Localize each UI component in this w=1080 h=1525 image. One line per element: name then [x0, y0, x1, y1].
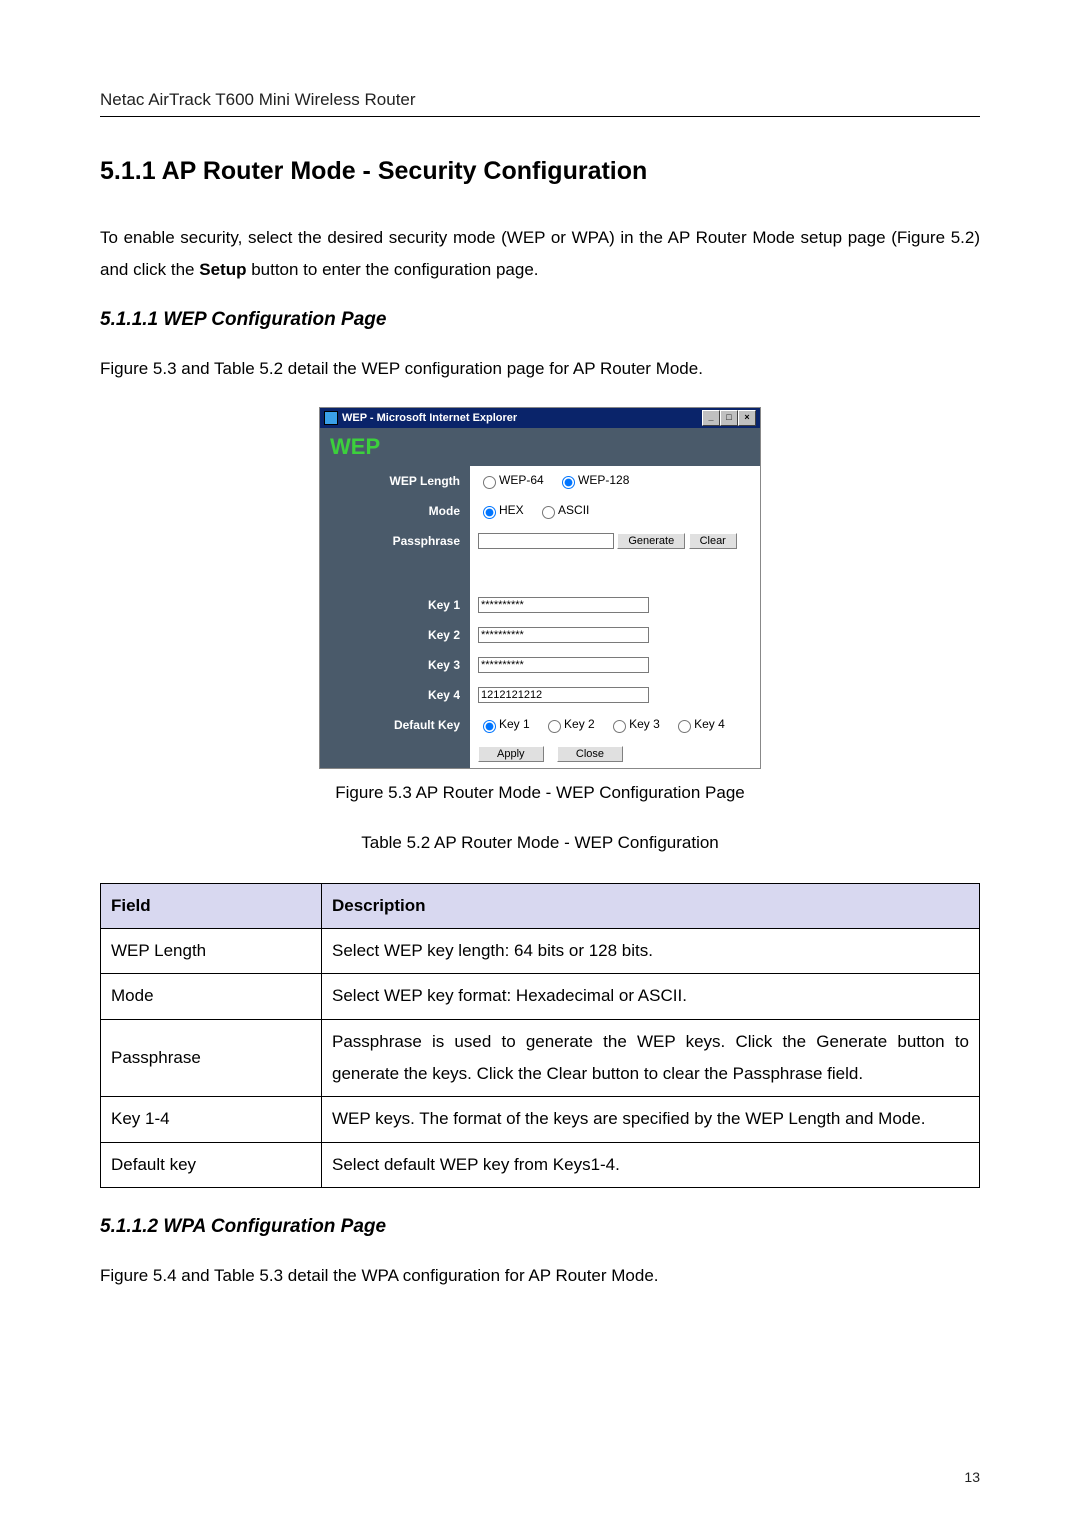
cell-field: Default key [101, 1142, 322, 1187]
intro-paragraph: To enable security, select the desired s… [100, 222, 980, 287]
close-window-button[interactable]: × [738, 410, 756, 426]
minimize-button[interactable]: _ [702, 410, 720, 426]
subsection-heading-wpa: 5.1.1.2 WPA Configuration Page [100, 1216, 980, 1238]
radio-hex[interactable] [483, 506, 496, 519]
label-passphrase: Passphrase [320, 526, 470, 556]
radio-default-key1[interactable] [483, 720, 496, 733]
radio-label-wep-64: WEP-64 [499, 473, 544, 487]
key4-input[interactable] [478, 687, 649, 703]
ie-window: WEP - Microsoft Internet Explorer _ □ × … [319, 407, 761, 769]
wep-form-title: WEP [320, 428, 760, 466]
desc-post: button to clear the Passphrase field. [587, 1064, 863, 1083]
desc-pre: Passphrase is used to generate the WEP k… [332, 1032, 816, 1051]
cell-desc: Select WEP key length: 64 bits or 128 bi… [322, 929, 980, 974]
generate-button[interactable]: Generate [617, 533, 685, 549]
label-mode: Mode [320, 496, 470, 526]
cell-desc: Select default WEP key from Keys1-4. [322, 1142, 980, 1187]
table-row: Mode Select WEP key format: Hexadecimal … [101, 974, 980, 1019]
clear-button[interactable]: Clear [689, 533, 737, 549]
key1-input[interactable] [478, 597, 649, 613]
table-row: Key 1-4 WEP keys. The format of the keys… [101, 1097, 980, 1142]
radio-label-hex: HEX [499, 503, 524, 517]
label-wep-length: WEP Length [320, 466, 470, 496]
window-controls: _ □ × [702, 410, 756, 426]
radio-label-ascii: ASCII [558, 503, 589, 517]
table-header-description: Description [322, 883, 980, 928]
cell-desc: WEP keys. The format of the keys are spe… [322, 1097, 980, 1142]
radio-default-key2[interactable] [548, 720, 561, 733]
cell-field: Key 1-4 [101, 1097, 322, 1142]
radio-label-dk4: Key 4 [694, 717, 725, 731]
radio-default-key4[interactable] [678, 720, 691, 733]
radio-wep-64[interactable] [483, 476, 496, 489]
label-key2: Key 2 [320, 620, 470, 650]
cell-field: Passphrase [101, 1019, 322, 1097]
apply-button[interactable]: Apply [478, 746, 544, 762]
label-key3: Key 3 [320, 650, 470, 680]
table-row: WEP Length Select WEP key length: 64 bit… [101, 929, 980, 974]
radio-label-wep-128: WEP-128 [578, 473, 629, 487]
running-header: Netac AirTrack T600 Mini Wireless Router [100, 90, 980, 117]
label-default-key: Default Key [320, 710, 470, 740]
table-header-field: Field [101, 883, 322, 928]
document-page: Netac AirTrack T600 Mini Wireless Router… [0, 0, 1080, 1525]
desc-bold-clear: Clear [547, 1064, 588, 1083]
figure-caption: Figure 5.3 AP Router Mode - WEP Configur… [100, 783, 980, 803]
key2-input[interactable] [478, 627, 649, 643]
intro-post: button to enter the configuration page. [246, 260, 538, 279]
cell-desc: Passphrase is used to generate the WEP k… [322, 1019, 980, 1097]
label-empty [320, 740, 470, 768]
subsection-heading-wep: 5.1.1.1 WEP Configuration Page [100, 309, 980, 331]
radio-label-dk3: Key 3 [629, 717, 660, 731]
cell-field: WEP Length [101, 929, 322, 974]
intro-bold-setup: Setup [199, 260, 246, 279]
cell-desc: Select WEP key format: Hexadecimal or AS… [322, 974, 980, 1019]
cell-field: Mode [101, 974, 322, 1019]
ie-icon [324, 411, 338, 425]
ie-titlebar: WEP - Microsoft Internet Explorer _ □ × [320, 408, 760, 428]
close-button[interactable]: Close [557, 746, 623, 762]
radio-label-dk1: Key 1 [499, 717, 530, 731]
desc-bold-generate: Generate [816, 1032, 887, 1051]
passphrase-input[interactable] [478, 533, 614, 549]
wep-form-table: WEP WEP Length WEP-64 WEP-128 Mode HEX A… [320, 428, 760, 768]
wpa-intro-text: Figure 5.4 and Table 5.3 detail the WPA … [100, 1260, 980, 1292]
radio-ascii[interactable] [542, 506, 555, 519]
section-heading: 5.1.1 AP Router Mode - Security Configur… [100, 157, 980, 186]
maximize-button[interactable]: □ [720, 410, 738, 426]
radio-label-dk2: Key 2 [564, 717, 595, 731]
wep-description-table: Field Description WEP Length Select WEP … [100, 883, 980, 1188]
radio-wep-128[interactable] [562, 476, 575, 489]
radio-default-key3[interactable] [613, 720, 626, 733]
label-key1: Key 1 [320, 590, 470, 620]
page-number: 13 [964, 1469, 980, 1485]
table-row: Passphrase Passphrase is used to generat… [101, 1019, 980, 1097]
table-caption: Table 5.2 AP Router Mode - WEP Configura… [100, 833, 980, 853]
wep-intro-text: Figure 5.3 and Table 5.2 detail the WEP … [100, 353, 980, 385]
figure-5-3: WEP - Microsoft Internet Explorer _ □ × … [100, 407, 980, 769]
label-key4: Key 4 [320, 680, 470, 710]
key3-input[interactable] [478, 657, 649, 673]
ie-window-title: WEP - Microsoft Internet Explorer [342, 412, 517, 424]
table-row: Default key Select default WEP key from … [101, 1142, 980, 1187]
